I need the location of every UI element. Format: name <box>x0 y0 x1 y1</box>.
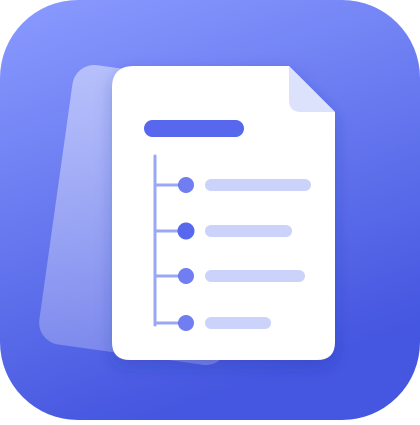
outline-bullet <box>178 177 194 193</box>
outline-bullet <box>177 222 195 240</box>
outline-bullet <box>178 315 194 331</box>
document-outline-icon <box>0 0 420 420</box>
outline-line-item <box>205 270 305 282</box>
outline-line-item <box>205 317 271 329</box>
app-icon <box>0 0 420 420</box>
document-title-bar <box>144 120 244 137</box>
outline-line-item <box>205 225 292 237</box>
outline-line-item <box>205 179 311 191</box>
outline-bullet <box>178 268 194 284</box>
